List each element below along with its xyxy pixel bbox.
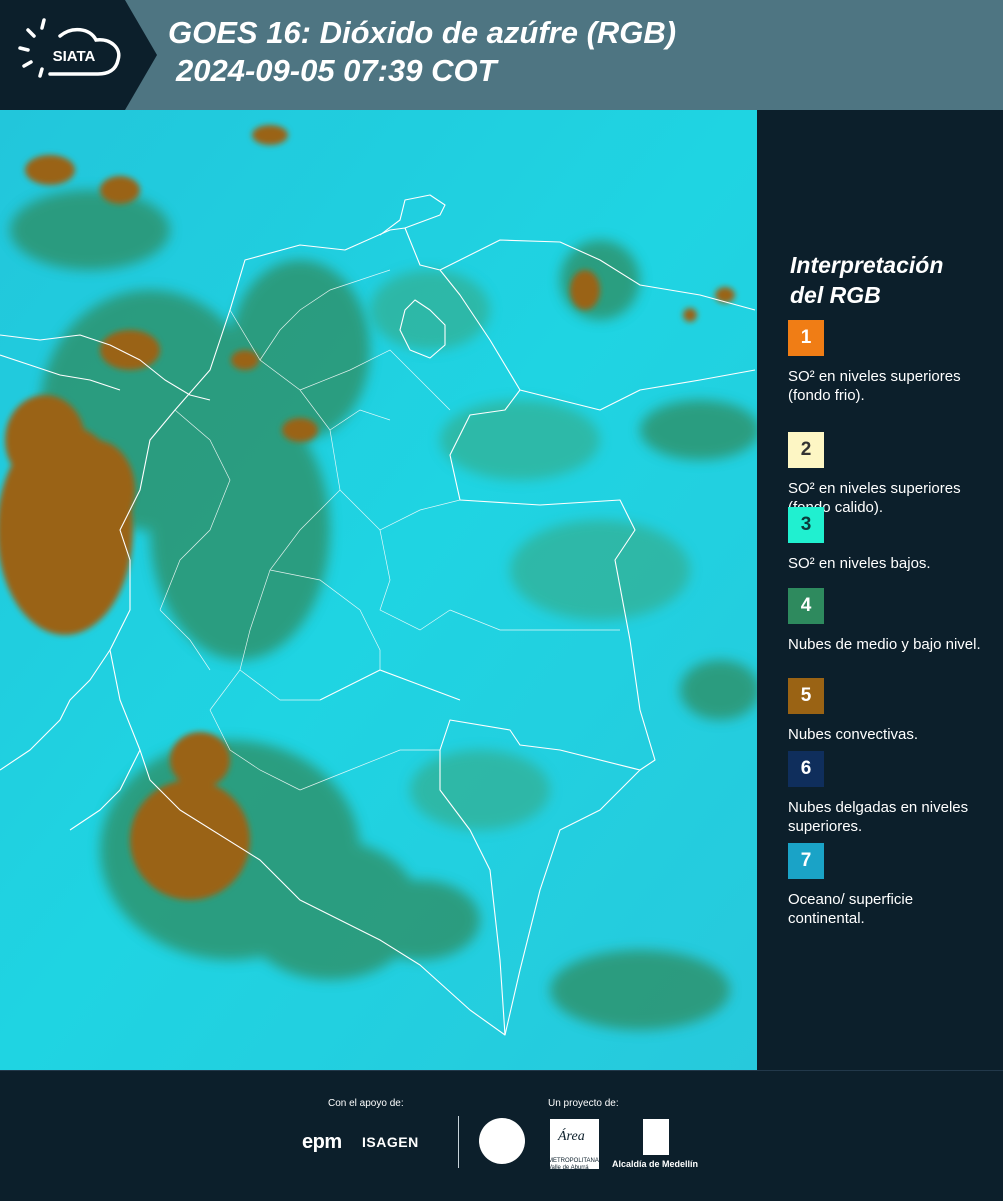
title-line-timestamp: 2024-09-05 07:39 COT: [176, 53, 497, 88]
title-line-product: GOES 16: Dióxido de azúfre (RGB): [168, 15, 677, 50]
legend-item: 2 SO² en niveles superiores (fondo calido…: [788, 432, 993, 517]
satellite-map[interactable]: [0, 110, 757, 1070]
alcaldia-logo-text: Alcaldía de Medellín: [612, 1159, 699, 1169]
project-label: Un proyecto de:: [548, 1098, 619, 1109]
legend-swatch: 4: [788, 588, 824, 624]
legend-item: 5 Nubes convectivas.: [788, 678, 993, 744]
legend-swatch: 5: [788, 678, 824, 714]
medellin-seal-icon: [479, 1118, 525, 1164]
area-logo-caption: METROPOLITANA Valle de Aburrá: [548, 1158, 599, 1171]
isagen-logo: ISAGEN: [362, 1134, 419, 1150]
legend-item-label: Nubes de medio y bajo nivel.: [788, 636, 981, 653]
legend-title: Interpretación del RGB: [790, 250, 990, 310]
legend-item-label: Nubes convectivas.: [788, 726, 919, 743]
page-title: GOES 16: Dióxido de azúfre (RGB) 2024-09…: [168, 14, 676, 90]
legend-swatch: 7: [788, 843, 824, 879]
legend-item-label: Oceano/ superficie continental.: [788, 891, 914, 927]
legend-swatch: 6: [788, 751, 824, 787]
legend-item-label: SO² en niveles bajos.: [788, 555, 931, 572]
legend-item: 3 SO² en niveles bajos.: [788, 507, 993, 573]
area-logo-text: Área: [558, 1129, 585, 1144]
legend-item: 6 Nubes delgadas en niveles superiores.: [788, 751, 993, 836]
legend-item: 7 Oceano/ superficie continental.: [788, 843, 993, 928]
legend-title-line1: Interpretación: [790, 252, 944, 278]
legend-item: 1 SO² en niveles superiores (fondo frio).: [788, 320, 993, 405]
siata-logo: SIATA: [0, 0, 160, 110]
footer-bar: Con el apoyo de: Un proyecto de: epm ISA…: [0, 1070, 1003, 1201]
header-bar: SIATA GOES 16: Dióxido de azúfre (RGB) 2…: [0, 0, 1003, 110]
siata-logo-text: SIATA: [53, 48, 96, 65]
legend-swatch: 1: [788, 320, 824, 356]
legend-swatch: 2: [788, 432, 824, 468]
footer-divider: [458, 1116, 459, 1168]
epm-logo: epm: [302, 1131, 342, 1153]
legend-panel: Interpretación del RGB 1 SO² en niveles s…: [760, 110, 1003, 1070]
legend-item-label: SO² en niveles superiores (fondo frio).: [788, 368, 961, 404]
alcaldia-shield-icon: [643, 1119, 669, 1155]
legend-item: 4 Nubes de medio y bajo nivel.: [788, 588, 993, 654]
support-label: Con el apoyo de:: [328, 1098, 404, 1109]
legend-item-label: Nubes delgadas en niveles superiores.: [788, 799, 969, 835]
legend-title-line2: del RGB: [790, 282, 881, 308]
legend-swatch: 3: [788, 507, 824, 543]
